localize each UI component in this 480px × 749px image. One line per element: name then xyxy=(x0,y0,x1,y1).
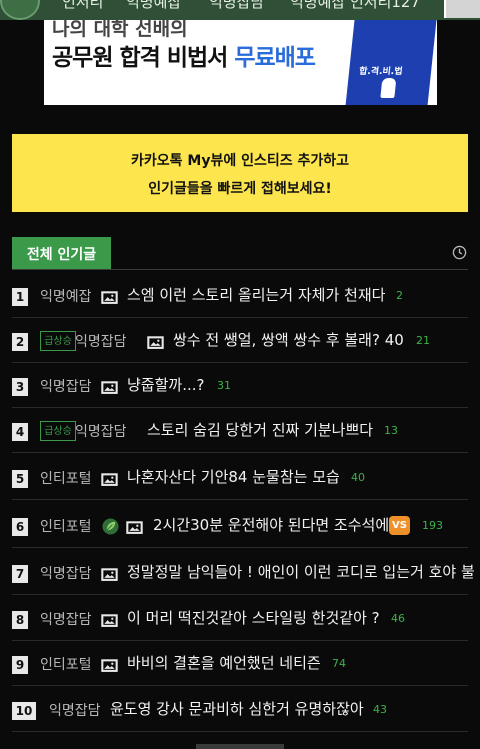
rank-number: 1 xyxy=(12,288,28,306)
image-icon xyxy=(101,566,118,581)
post-title[interactable]: 이 머리 떡진것같아 스타일링 한것같아 ? xyxy=(127,607,380,628)
rank-number: 3 xyxy=(12,378,28,396)
row-divider xyxy=(12,685,468,686)
image-icon xyxy=(101,289,118,304)
post-category[interactable]: 인티포털 xyxy=(40,468,92,488)
post-row[interactable]: 1 익명예잡 스엠 이런 스토리 올리는거 자체가 천재다 2 xyxy=(12,273,468,318)
row-divider xyxy=(12,731,468,732)
comment-count: 43 xyxy=(373,703,387,716)
post-title[interactable]: 나혼자산다 기안84 눈물참는 모습 xyxy=(127,466,340,487)
rank-number: 4 xyxy=(12,423,28,441)
comment-count: 74 xyxy=(332,657,346,670)
post-row[interactable]: 8 익명잡담 이 머리 떡진것같아 스타일링 한것같아 ? 46 xyxy=(12,596,468,641)
post-title[interactable]: 쌍수 전 쌩얼, 쌍액 쌍수 후 볼래? 40 xyxy=(173,329,404,350)
comment-count: 40 xyxy=(351,471,365,484)
post-category[interactable]: 익명잡담 xyxy=(49,700,101,720)
rank-number: 5 xyxy=(12,470,28,488)
post-row[interactable]: 6 인티포털 2시간30분 운전해야 된다면 조수석에 VS 193 xyxy=(12,503,468,548)
row-divider xyxy=(12,547,468,548)
image-icon xyxy=(101,379,118,394)
image-icon xyxy=(101,612,118,627)
post-category[interactable]: 인티포털 xyxy=(40,516,92,536)
post-category[interactable]: 익명잡담 xyxy=(40,609,92,629)
rank-number: 8 xyxy=(12,611,28,629)
post-category[interactable]: 인티포털 xyxy=(40,654,92,674)
kakao-line-1: 카카오톡 My뷰에 인스티즈 추가하고 xyxy=(131,153,349,169)
image-icon xyxy=(147,334,164,349)
post-title[interactable]: 스토리 숨김 당한거 진짜 기분나쁘다 xyxy=(147,419,373,440)
image-icon xyxy=(101,657,118,672)
rank-number: 7 xyxy=(12,565,28,583)
menu-button[interactable] xyxy=(444,0,480,18)
nav-item-4[interactable]: 익명예잡 인서리127 xyxy=(290,0,420,12)
post-title[interactable]: 윤도영 강사 문과비하 심한거 유명하잖아 xyxy=(110,698,364,719)
rising-badge: 급상승 xyxy=(40,421,76,441)
leaf-icon xyxy=(102,518,119,535)
ad-banner[interactable]: 나의 대학 선배의 공무원 합격 비법서 무료배포 합.격.비.법 xyxy=(44,20,437,105)
comment-count: 13 xyxy=(384,424,398,437)
rank-number: 6 xyxy=(12,518,28,536)
rank-number: 2 xyxy=(12,333,28,351)
book-image: 합.격.비.법 xyxy=(345,20,437,105)
tab-divider xyxy=(12,269,468,270)
site-logo[interactable] xyxy=(0,0,40,20)
post-row[interactable]: 3 익명잡담 냥줍할까...? 31 xyxy=(12,363,468,408)
rank-number: 9 xyxy=(12,656,28,674)
nav-item-3[interactable]: 익명잡담 xyxy=(209,0,264,12)
banner-title: 공무원 합격 비법서 무료배포 xyxy=(52,38,316,72)
row-divider xyxy=(12,499,468,500)
clock-icon[interactable] xyxy=(452,245,467,260)
nav-item-2[interactable]: 익명예잡 xyxy=(126,0,181,12)
rank-number: 10 xyxy=(12,702,36,720)
row-divider xyxy=(12,452,468,453)
comment-count: 21 xyxy=(416,334,430,347)
banner-title-accent: 무료배포 xyxy=(234,45,316,71)
rising-badge: 급상승 xyxy=(40,331,76,351)
post-title[interactable]: 정말정말 남익들아 ! 애인이 이런 코디로 입는거 호야 불 xyxy=(127,561,475,582)
image-icon xyxy=(101,471,118,486)
footer-bar xyxy=(196,744,284,749)
top-nav-bar: 인서리 익명예잡 익명잡담 익명예잡 인서리127 xyxy=(0,0,480,20)
tab-all-popular[interactable]: 전체 인기글 xyxy=(12,237,111,270)
comment-count: 2 xyxy=(396,289,403,302)
post-row[interactable]: 10 익명잡담 윤도영 강사 문과비하 심한거 유명하잖아 43 xyxy=(12,687,468,732)
post-title[interactable]: 바비의 결혼을 예언했던 네티즌 xyxy=(127,652,321,673)
kakao-line-2: 인기글들을 빠르게 접해보세요! xyxy=(148,181,332,197)
post-row[interactable]: 2 급상승 익명잡담 쌍수 전 쌩얼, 쌍액 쌍수 후 볼래? 40 21 xyxy=(12,318,468,363)
image-icon xyxy=(126,519,143,534)
comment-count: 193 xyxy=(422,519,443,532)
comment-count: 46 xyxy=(391,612,405,625)
book-title: 합.격.비.법 xyxy=(358,67,403,77)
post-category[interactable]: 익명잡담 xyxy=(75,421,127,441)
row-divider xyxy=(12,594,468,595)
post-row[interactable]: 9 인티포털 바비의 결혼을 예언했던 네티즌 74 xyxy=(12,641,468,686)
post-category[interactable]: 익명잡담 xyxy=(40,563,92,583)
nav-item-1[interactable]: 인서리 xyxy=(62,0,103,12)
post-category[interactable]: 익명예잡 xyxy=(40,286,92,306)
post-title[interactable]: 스엠 이런 스토리 올리는거 자체가 천재다 xyxy=(127,284,385,305)
post-category[interactable]: 익명잡담 xyxy=(75,331,127,351)
post-title[interactable]: 2시간30분 운전해야 된다면 조수석에 xyxy=(153,514,389,535)
post-row[interactable]: 5 인티포털 나혼자산다 기안84 눈물참는 모습 40 xyxy=(12,455,468,500)
banner-title-main: 공무원 합격 비법서 xyxy=(52,45,235,71)
post-row[interactable]: 7 익명잡담 정말정말 남익들아 ! 애인이 이런 코디로 입는거 호야 불 xyxy=(12,550,475,595)
post-title[interactable]: 냥줍할까...? xyxy=(127,374,204,395)
book-figure xyxy=(380,78,397,98)
post-category[interactable]: 익명잡담 xyxy=(40,376,92,396)
kakao-promo-banner[interactable]: 카카오톡 My뷰에 인스티즈 추가하고 인기글들을 빠르게 접해보세요! xyxy=(12,134,468,212)
vs-icon: VS xyxy=(389,516,410,535)
post-row[interactable]: 4 급상승 익명잡담 스토리 숨김 당한거 진짜 기분나쁘다 13 xyxy=(12,408,468,453)
comment-count: 31 xyxy=(217,379,231,392)
